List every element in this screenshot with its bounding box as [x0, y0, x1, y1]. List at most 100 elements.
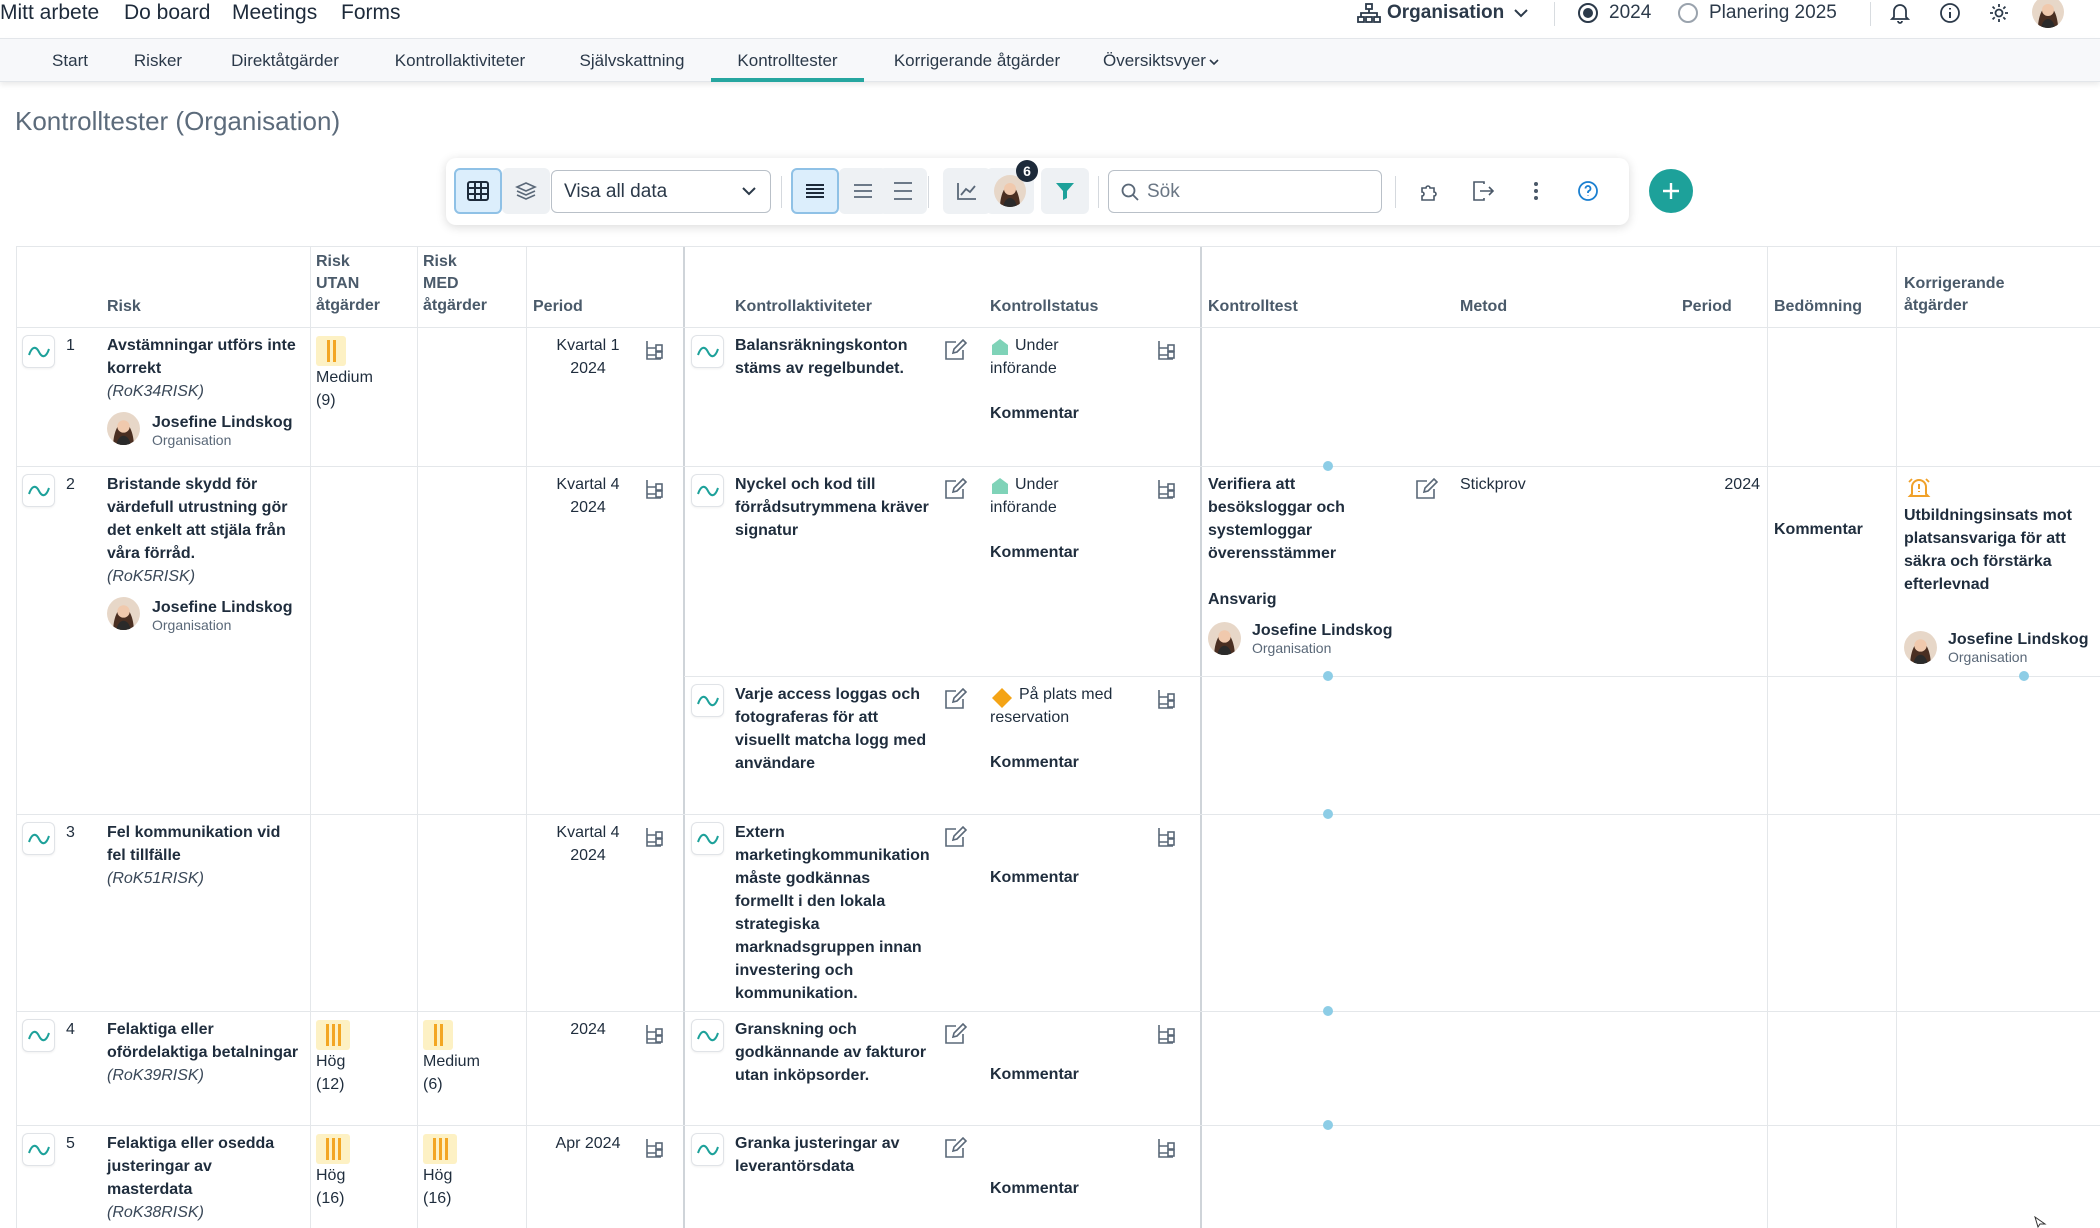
- tab-sjalvskattning[interactable]: Självskattning: [566, 39, 698, 82]
- activity-trend-icon[interactable]: [691, 474, 724, 507]
- hierarchy-icon[interactable]: [1153, 688, 1175, 710]
- view-select[interactable]: Visa all data: [551, 170, 771, 213]
- edit-icon[interactable]: [944, 478, 968, 500]
- density-compact-button[interactable]: [791, 168, 839, 214]
- tab-oversiktsvyer-label: Översiktsvyer: [1103, 51, 1206, 70]
- comment-link[interactable]: Kommentar: [990, 1066, 1079, 1084]
- tab-korrigerande-atgarder[interactable]: Korrigerande åtgärder: [879, 39, 1075, 82]
- plan-radio-2025[interactable]: Planering 2025: [1677, 0, 1837, 26]
- hierarchy-icon[interactable]: [641, 478, 663, 500]
- search-input[interactable]: Sök: [1108, 170, 1382, 213]
- resize-handle[interactable]: [1323, 1120, 1333, 1130]
- risk-trend-icon[interactable]: [22, 1133, 55, 1166]
- chart-button[interactable]: [943, 168, 991, 214]
- header-kontrolltest[interactable]: Kontrolltest: [1208, 296, 1298, 318]
- resize-handle[interactable]: [1323, 461, 1333, 471]
- user-filter-button[interactable]: 6: [986, 160, 1038, 214]
- edit-icon[interactable]: [944, 1023, 968, 1045]
- bell-icon[interactable]: [1890, 2, 1910, 24]
- tab-risker[interactable]: Risker: [125, 39, 191, 82]
- activity-title[interactable]: Granka justeringar av leverantörsdata: [735, 1132, 900, 1178]
- activity-trend-icon[interactable]: [691, 822, 724, 855]
- hierarchy-icon[interactable]: [1153, 826, 1175, 848]
- hierarchy-icon[interactable]: [1153, 1137, 1175, 1159]
- activity-title[interactable]: Nyckel och kod till förrådsutrymmena kräv…: [735, 473, 929, 542]
- info-icon[interactable]: [1939, 2, 1961, 24]
- hierarchy-icon[interactable]: [641, 1137, 663, 1159]
- assessment-comment[interactable]: Kommentar: [1774, 521, 1863, 539]
- header-metod[interactable]: Metod: [1460, 296, 1507, 318]
- activity-title[interactable]: Varje access loggas och fotograferas för …: [735, 683, 926, 775]
- layers-button[interactable]: [502, 168, 550, 214]
- org-selector[interactable]: Organisation: [1357, 0, 1528, 26]
- control-test-title[interactable]: Verifiera att besöksloggar och systemlogga…: [1208, 473, 1345, 565]
- activity-trend-icon[interactable]: [691, 1019, 724, 1052]
- header-risk-utan[interactable]: Risk UTAN åtgärder: [316, 251, 380, 317]
- header-kontrollstatus[interactable]: Kontrollstatus: [990, 296, 1098, 318]
- user-avatar[interactable]: [2032, 0, 2064, 28]
- activity-title[interactable]: Granskning och godkännande av fakturor uta…: [735, 1018, 926, 1087]
- year-radio-2024[interactable]: 2024: [1577, 0, 1651, 26]
- header-bedomning[interactable]: Bedömning: [1774, 296, 1862, 318]
- edit-icon[interactable]: [944, 339, 968, 361]
- header-risk-med[interactable]: Risk MED åtgärder: [423, 251, 487, 317]
- activity-trend-icon[interactable]: [691, 684, 724, 717]
- tab-kontrollaktiviteter[interactable]: Kontrollaktiviteter: [380, 39, 540, 82]
- activity-trend-icon[interactable]: [691, 335, 724, 368]
- hierarchy-icon[interactable]: [641, 826, 663, 848]
- more-options-button[interactable]: [1512, 168, 1560, 214]
- nav-forms[interactable]: Forms: [341, 0, 401, 26]
- tab-start[interactable]: Start: [37, 39, 103, 82]
- header-kontrollaktiviteter[interactable]: Kontrollaktiviteter: [735, 296, 872, 318]
- help-button[interactable]: [1564, 168, 1612, 214]
- resize-handle[interactable]: [1323, 1006, 1333, 1016]
- hierarchy-icon[interactable]: [1153, 339, 1175, 361]
- edit-icon[interactable]: [944, 1137, 968, 1159]
- comment-link[interactable]: Kommentar: [990, 869, 1079, 887]
- corrective-action-title[interactable]: Utbildningsinsats mot platsansvariga för …: [1904, 504, 2072, 596]
- comment-link[interactable]: Kommentar: [990, 405, 1079, 423]
- activity-trend-icon[interactable]: [691, 1133, 724, 1166]
- risk-trend-icon[interactable]: [22, 474, 55, 507]
- activity-title[interactable]: Extern marketingkommunikation måste godkän…: [735, 821, 930, 1005]
- comment-link[interactable]: Kommentar: [990, 544, 1079, 562]
- risk-title[interactable]: Felaktiga eller ofördelaktiga betalningar: [107, 1018, 298, 1064]
- puzzle-button[interactable]: [1406, 168, 1454, 214]
- header-risk[interactable]: Risk: [107, 296, 141, 318]
- filter-button[interactable]: [1041, 168, 1089, 214]
- risk-title[interactable]: Felaktiga eller osedda justeringar av mast…: [107, 1132, 274, 1201]
- nav-mitt-arbete[interactable]: Mitt arbete: [0, 0, 99, 26]
- density-wide-button[interactable]: [879, 168, 927, 214]
- hierarchy-icon[interactable]: [641, 1023, 663, 1045]
- risk-trend-icon[interactable]: [22, 822, 55, 855]
- add-button[interactable]: [1649, 169, 1693, 213]
- risk-title[interactable]: Avstämningar utförs inte korrekt: [107, 334, 296, 380]
- resize-handle[interactable]: [2019, 671, 2029, 681]
- edit-icon[interactable]: [944, 826, 968, 848]
- header-period[interactable]: Period: [533, 296, 583, 318]
- comment-link[interactable]: Kommentar: [990, 1180, 1079, 1198]
- hierarchy-icon[interactable]: [1153, 1023, 1175, 1045]
- nav-meetings[interactable]: Meetings: [232, 0, 317, 26]
- tab-direktatgarder[interactable]: Direktåtgärder: [218, 39, 352, 82]
- hierarchy-icon[interactable]: [641, 339, 663, 361]
- risk-title[interactable]: Bristande skydd för värdefull utrustning …: [107, 473, 287, 565]
- resize-handle[interactable]: [1323, 809, 1333, 819]
- table-view-button[interactable]: [454, 168, 502, 214]
- resize-handle[interactable]: [1323, 671, 1333, 681]
- edit-icon[interactable]: [944, 688, 968, 710]
- tab-kontrolltester[interactable]: Kontrolltester: [711, 39, 864, 82]
- nav-do-board[interactable]: Do board: [124, 0, 210, 26]
- gear-icon[interactable]: [1988, 2, 2010, 24]
- activity-title[interactable]: Balansräkningskonton stäms av regelbundet…: [735, 334, 907, 380]
- header-period-test[interactable]: Period: [1682, 296, 1732, 318]
- tab-oversiktsvyer[interactable]: Översiktsvyer: [1103, 39, 1221, 82]
- edit-icon[interactable]: [1415, 478, 1439, 500]
- risk-trend-icon[interactable]: [22, 335, 55, 368]
- export-button[interactable]: [1459, 168, 1507, 214]
- hierarchy-icon[interactable]: [1153, 478, 1175, 500]
- risk-trend-icon[interactable]: [22, 1019, 55, 1052]
- comment-link[interactable]: Kommentar: [990, 754, 1079, 772]
- risk-title[interactable]: Fel kommunikation vid fel tillfälle: [107, 821, 280, 867]
- header-korrigerande[interactable]: Korrigerande åtgärder: [1904, 273, 2004, 317]
